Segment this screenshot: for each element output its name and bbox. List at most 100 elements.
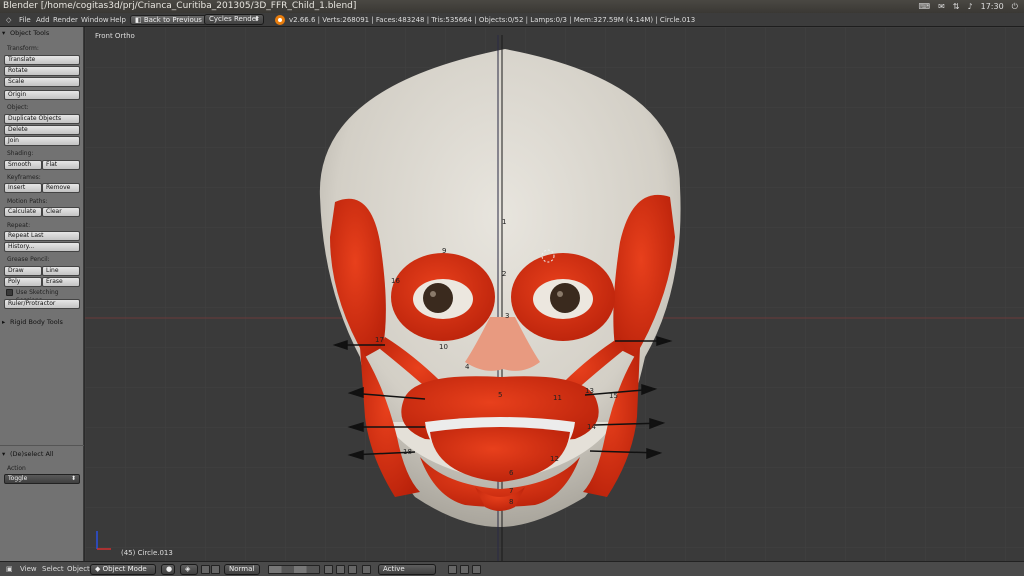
history-button[interactable]: History...	[4, 242, 80, 252]
updown-icon: ⬍	[70, 475, 76, 482]
volume-icon[interactable]: ♪	[968, 0, 973, 13]
muscle-label: 16	[391, 277, 400, 285]
duplicate-objects-button[interactable]: Duplicate Objects	[4, 114, 80, 124]
pivot-point-select[interactable]: ◈	[180, 564, 198, 575]
3d-view-header: ▣ View Select Object ◆ Object Mode ● ◈ N…	[0, 561, 1024, 576]
system-tray: ⌨ ✉ ⇅ ♪ 17:30 ⏻	[919, 0, 1018, 13]
mode-select[interactable]: ◆ Object Mode	[90, 564, 156, 575]
opengl-render-icon[interactable]	[472, 565, 481, 574]
muscle-label: 18	[403, 448, 412, 456]
right-eye-highlight	[557, 291, 563, 297]
mail-icon[interactable]: ✉	[938, 0, 945, 13]
muscle-label: 2	[502, 270, 507, 278]
insert-keyframe-button[interactable]: Insert	[4, 183, 42, 193]
ruler-protractor-button[interactable]: Ruler/Protractor	[4, 299, 80, 309]
delete-button[interactable]: Delete	[4, 125, 80, 135]
motion-paths-label: Motion Paths:	[7, 198, 48, 205]
back-to-previous-button[interactable]: ◧ Back to Previous	[130, 15, 207, 25]
repeat-last-button[interactable]: Repeat Last	[4, 231, 80, 241]
origin-button[interactable]: Origin	[4, 90, 80, 100]
draw-button[interactable]: Draw	[4, 266, 42, 276]
muscle-label: 3	[505, 312, 510, 320]
keyframes-label: Keyframes:	[7, 174, 41, 181]
info-header: ◇ File Add Render Window Help ◧ Back to …	[0, 13, 1024, 27]
manipulator-toggle-icon[interactable]	[201, 565, 210, 574]
muscle-label: 14	[587, 423, 596, 431]
menu-file[interactable]: File	[19, 13, 31, 27]
muscle-label: 13	[585, 387, 594, 395]
collapse-triangle-icon: ▾	[2, 29, 6, 37]
deselect-all-header[interactable]: ▾ (De)select All	[2, 449, 54, 459]
render-engine-select[interactable]: Cycles Render ⬍	[204, 14, 264, 25]
expand-triangle-icon: ▸	[2, 318, 6, 326]
render-anim-icon[interactable]	[460, 565, 469, 574]
muscle-label: 17	[375, 336, 384, 344]
menu-render[interactable]: Render	[53, 13, 78, 27]
rigid-body-tools-header[interactable]: ▸ Rigid Body Tools	[2, 317, 63, 327]
snap-toggle-icon[interactable]	[348, 565, 357, 574]
blender-logo-icon	[275, 15, 285, 25]
muscle-label: 15	[609, 392, 618, 400]
poly-button[interactable]: Poly	[4, 277, 42, 287]
window-titlebar: Blender [/home/cogitas3d/prj/Crianca_Cur…	[0, 0, 1024, 13]
erase-button[interactable]: Erase	[42, 277, 80, 287]
editor-type-icon[interactable]: ▣	[6, 562, 13, 576]
network-icon[interactable]: ⇅	[953, 0, 960, 13]
menu-window[interactable]: Window	[81, 13, 109, 27]
clock[interactable]: 17:30	[981, 0, 1004, 13]
3d-viewport[interactable]: Front Ortho (45) Circle.013 1 2 3 4 5 6 …	[85, 27, 1024, 561]
muscle-label: 11	[553, 394, 562, 402]
clear-button[interactable]: Clear	[42, 207, 80, 217]
view-name-label: Front Ortho	[95, 32, 135, 40]
snap-target-icon[interactable]	[362, 565, 371, 574]
muscle-label: 6	[509, 469, 514, 477]
collapse-triangle-icon: ▾	[2, 450, 6, 458]
smooth-button[interactable]: Smooth	[4, 160, 42, 170]
muscle-label: 5	[498, 391, 503, 399]
line-button[interactable]: Line	[42, 266, 80, 276]
object-tools-header[interactable]: ▾ Object Tools	[2, 28, 49, 38]
scene-stats: v2.66.6 | Verts:268091 | Faces:483248 | …	[289, 16, 696, 24]
muscle-label: 4	[465, 363, 470, 371]
updown-icon: ⬍	[254, 15, 260, 23]
shading-label: Shading:	[7, 150, 34, 157]
menu-help[interactable]: Help	[110, 13, 126, 27]
action-select[interactable]: Toggle ⬍	[4, 474, 80, 484]
menu-add[interactable]: Add	[36, 13, 50, 27]
grease-pencil-label: Grease Pencil:	[7, 256, 50, 263]
muscle-label: 1	[502, 218, 507, 226]
action-label: Action	[7, 465, 26, 472]
tool-shelf: ▾ Object Tools Transform: Translate Rotat…	[0, 27, 84, 561]
scale-button[interactable]: Scale	[4, 77, 80, 87]
left-iris	[423, 283, 453, 313]
menu-view[interactable]: View	[20, 562, 37, 576]
muscle-label: 8	[509, 498, 514, 506]
layer-buttons[interactable]	[268, 565, 320, 574]
rotate-button[interactable]: Rotate	[4, 66, 80, 76]
render-icon[interactable]	[448, 565, 457, 574]
left-eye-highlight	[430, 291, 436, 297]
object-label: Object:	[7, 104, 29, 111]
join-button[interactable]: Join	[4, 136, 80, 146]
menu-select[interactable]: Select	[42, 562, 64, 576]
menu-object[interactable]: Object	[67, 562, 90, 576]
transform-orientation-select[interactable]: Normal	[224, 564, 260, 575]
snap-element-select[interactable]: Active	[378, 564, 436, 575]
flat-button[interactable]: Flat	[42, 160, 80, 170]
power-icon[interactable]: ⏻	[1012, 0, 1018, 13]
viewport-shading-select[interactable]: ●	[161, 564, 175, 575]
calculate-button[interactable]: Calculate	[4, 207, 42, 217]
sketching-sessions-checkbox[interactable]	[6, 289, 13, 296]
keyboard-icon[interactable]: ⌨	[919, 0, 931, 13]
window-title: Blender [/home/cogitas3d/prj/Crianca_Cur…	[3, 1, 357, 11]
right-iris	[550, 283, 580, 313]
proportional-edit-icon[interactable]	[336, 565, 345, 574]
muscle-label: 10	[439, 343, 448, 351]
muscle-label: 7	[509, 487, 514, 495]
editor-type-icon[interactable]: ◇	[6, 13, 11, 27]
translate-button[interactable]: Translate	[4, 55, 80, 65]
translate-manipulator-icon[interactable]	[211, 565, 220, 574]
muscle-label: 12	[550, 455, 559, 463]
lock-layers-icon[interactable]	[324, 565, 333, 574]
remove-keyframe-button[interactable]: Remove	[42, 183, 80, 193]
